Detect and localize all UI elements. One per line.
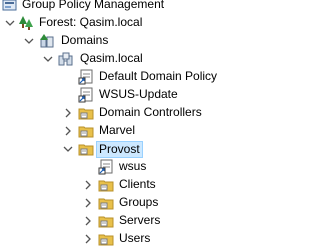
- domain-icon: [58, 51, 74, 67]
- chevron-right-icon[interactable]: [83, 233, 93, 244]
- tree-item-label: Domains: [61, 33, 109, 47]
- chevron-down-icon[interactable]: [43, 53, 53, 63]
- chevron-down-icon[interactable]: [24, 35, 34, 45]
- domains-icon: [39, 33, 55, 49]
- tree-item-label: Forest: Qasim.local: [39, 15, 143, 29]
- ou-folder-icon: [98, 213, 114, 229]
- forest-icon: [18, 15, 34, 31]
- tree-item-label: Group Policy Management: [22, 0, 165, 11]
- tree-item-label: Domain Controllers: [99, 105, 202, 119]
- chevron-right-icon[interactable]: [83, 197, 93, 208]
- tree-item-label: wsus: [119, 159, 147, 173]
- tree-item-label: Servers: [119, 213, 161, 227]
- ou-folder-icon: [78, 105, 94, 121]
- tree-item-label: WSUS-Update: [99, 87, 178, 101]
- ou-folder-icon: [78, 141, 94, 157]
- chevron-right-icon[interactable]: [63, 125, 73, 136]
- gpo-link-icon: [98, 159, 114, 175]
- chevron-right-icon[interactable]: [83, 215, 93, 226]
- chevron-down-icon[interactable]: [5, 17, 15, 27]
- gpo-link-icon: [78, 87, 94, 103]
- tree-item-label: Qasim.local: [80, 51, 143, 65]
- ou-folder-icon: [98, 195, 114, 211]
- tree-item-label: Users: [119, 231, 151, 245]
- gpm-console-icon: [2, 0, 18, 13]
- tree-item-label: Clients: [119, 177, 156, 191]
- tree-item-label: Provost: [96, 141, 143, 158]
- gpo-link-icon: [78, 69, 94, 85]
- ou-folder-icon: [98, 177, 114, 193]
- tree-item-label: Groups: [119, 195, 159, 209]
- tree-item-label: Marvel: [99, 123, 136, 137]
- chevron-down-icon[interactable]: [63, 143, 73, 153]
- chevron-right-icon[interactable]: [63, 107, 73, 118]
- chevron-right-icon[interactable]: [83, 179, 93, 190]
- tree-item-label: Default Domain Policy: [99, 69, 218, 83]
- ou-folder-icon: [78, 123, 94, 139]
- ou-folder-icon: [98, 231, 114, 247]
